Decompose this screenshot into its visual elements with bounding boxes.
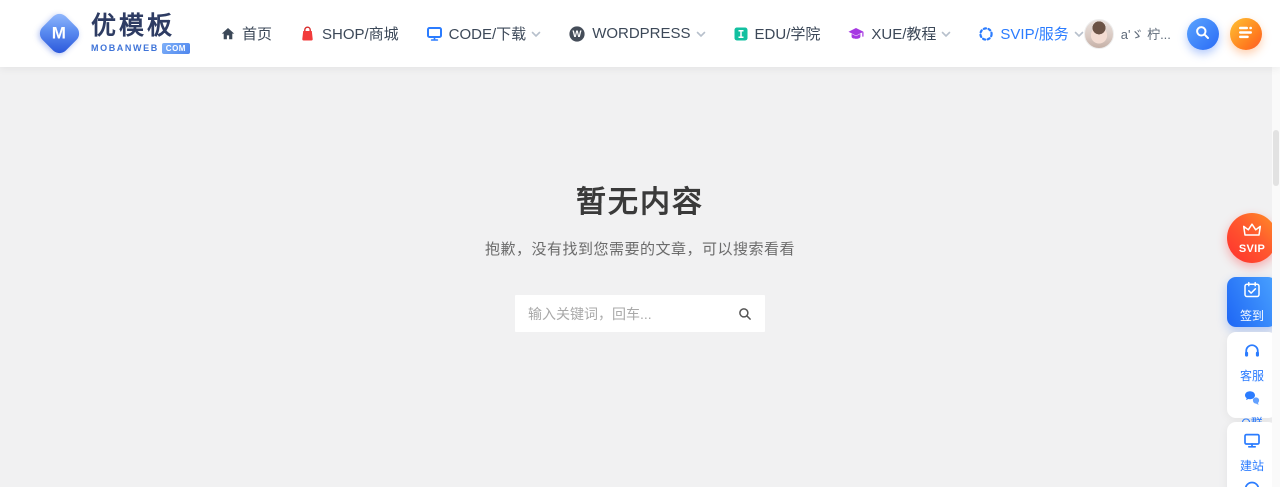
- logo-letter: M: [52, 23, 66, 43]
- search-icon: [1195, 25, 1210, 43]
- chevron-down-icon: [1074, 31, 1084, 38]
- scrollbar-track: [1272, 67, 1280, 487]
- brand-tld-badge: COM: [162, 43, 190, 54]
- fab-card-build: 建站: [1227, 422, 1277, 487]
- nav-label: XUE/教程: [871, 23, 936, 44]
- fab-service-button[interactable]: 客服: [1240, 339, 1264, 387]
- nav-label: EDU/学院: [755, 23, 821, 44]
- nav-label: SVIP/服务: [1000, 23, 1068, 44]
- wordpress-icon: W: [568, 25, 586, 43]
- brand-name-en: MOBANWEB: [91, 43, 159, 53]
- menu-button[interactable]: [1230, 18, 1262, 50]
- fab-build-site-button[interactable]: 建站: [1240, 429, 1264, 477]
- fab-service-label: 客服: [1240, 367, 1264, 384]
- scrollbar-thumb[interactable]: [1273, 130, 1279, 186]
- monitor-icon: [426, 25, 443, 42]
- fab-svip-button[interactable]: SVIP: [1227, 213, 1277, 263]
- calendar-check-icon: [1243, 281, 1261, 304]
- empty-title: 暂无内容: [0, 185, 1280, 221]
- nav-item-wordpress[interactable]: W WORDPRESS: [568, 25, 705, 43]
- chevron-down-icon: [941, 31, 951, 38]
- user-nickname[interactable]: a'ゞ 柠...: [1121, 24, 1171, 43]
- header-right-group: a'ゞ 柠...: [1084, 18, 1262, 50]
- nav-item-shop[interactable]: SHOP/商城: [299, 23, 399, 44]
- fab-checkin-button[interactable]: 签到: [1227, 277, 1277, 327]
- empty-state: 暂无内容 抱歉，没有找到您需要的文章，可以搜索看看: [0, 185, 1280, 332]
- fab-svip-label: SVIP: [1239, 243, 1265, 255]
- nav-item-home[interactable]: 首页: [220, 23, 272, 44]
- chevron-down-icon: [531, 31, 541, 38]
- nav-label: 首页: [242, 23, 272, 44]
- edu-icon: [733, 26, 749, 42]
- site-logo[interactable]: M 优模板 MOBANWEB COM: [36, 11, 190, 57]
- nav-label: SHOP/商城: [322, 23, 399, 44]
- more-circle-icon: [1243, 480, 1261, 487]
- menu-list-icon: [1238, 25, 1253, 43]
- search-button[interactable]: [1187, 18, 1219, 50]
- site-header: M 优模板 MOBANWEB COM 首页 SHOP/商城: [0, 0, 1280, 67]
- build-site-monitor-icon: [1243, 432, 1261, 454]
- main-nav: 首页 SHOP/商城 CODE/下载 W WORDPRESS: [220, 0, 1084, 67]
- nav-item-svip[interactable]: SVIP/服务: [978, 23, 1083, 44]
- search-input[interactable]: [528, 306, 738, 322]
- svg-text:W: W: [573, 29, 582, 40]
- nav-label: CODE/下载: [449, 23, 527, 44]
- nav-item-xue[interactable]: XUE/教程: [847, 23, 951, 44]
- chevron-down-icon: [696, 31, 706, 38]
- crown-icon: [1242, 222, 1262, 242]
- chat-group-icon: [1243, 390, 1261, 411]
- fab-more-button[interactable]: [1243, 477, 1261, 487]
- home-icon: [220, 26, 236, 42]
- magnifier-icon[interactable]: [738, 307, 752, 321]
- graduation-cap-icon: [847, 26, 865, 42]
- headset-icon: [1243, 342, 1261, 364]
- main-content: 暂无内容 抱歉，没有找到您需要的文章，可以搜索看看: [0, 67, 1280, 487]
- fab-card-support: 客服 Q群: [1227, 332, 1277, 418]
- nav-label: WORDPRESS: [592, 25, 690, 42]
- shop-bag-icon: [299, 25, 316, 42]
- nav-item-code[interactable]: CODE/下载: [426, 23, 542, 44]
- brand-name-cn: 优模板: [91, 13, 190, 39]
- logo-gem-icon: M: [36, 11, 82, 57]
- empty-message: 抱歉，没有找到您需要的文章，可以搜索看看: [0, 238, 1280, 259]
- brand-text: 优模板 MOBANWEB COM: [91, 13, 190, 53]
- svip-dashed-circle-icon: [978, 26, 994, 42]
- user-avatar[interactable]: [1084, 19, 1114, 49]
- nav-item-edu[interactable]: EDU/学院: [733, 23, 821, 44]
- fab-build-site-label: 建站: [1240, 457, 1264, 474]
- content-search-box: [515, 295, 765, 332]
- fab-checkin-label: 签到: [1240, 307, 1264, 324]
